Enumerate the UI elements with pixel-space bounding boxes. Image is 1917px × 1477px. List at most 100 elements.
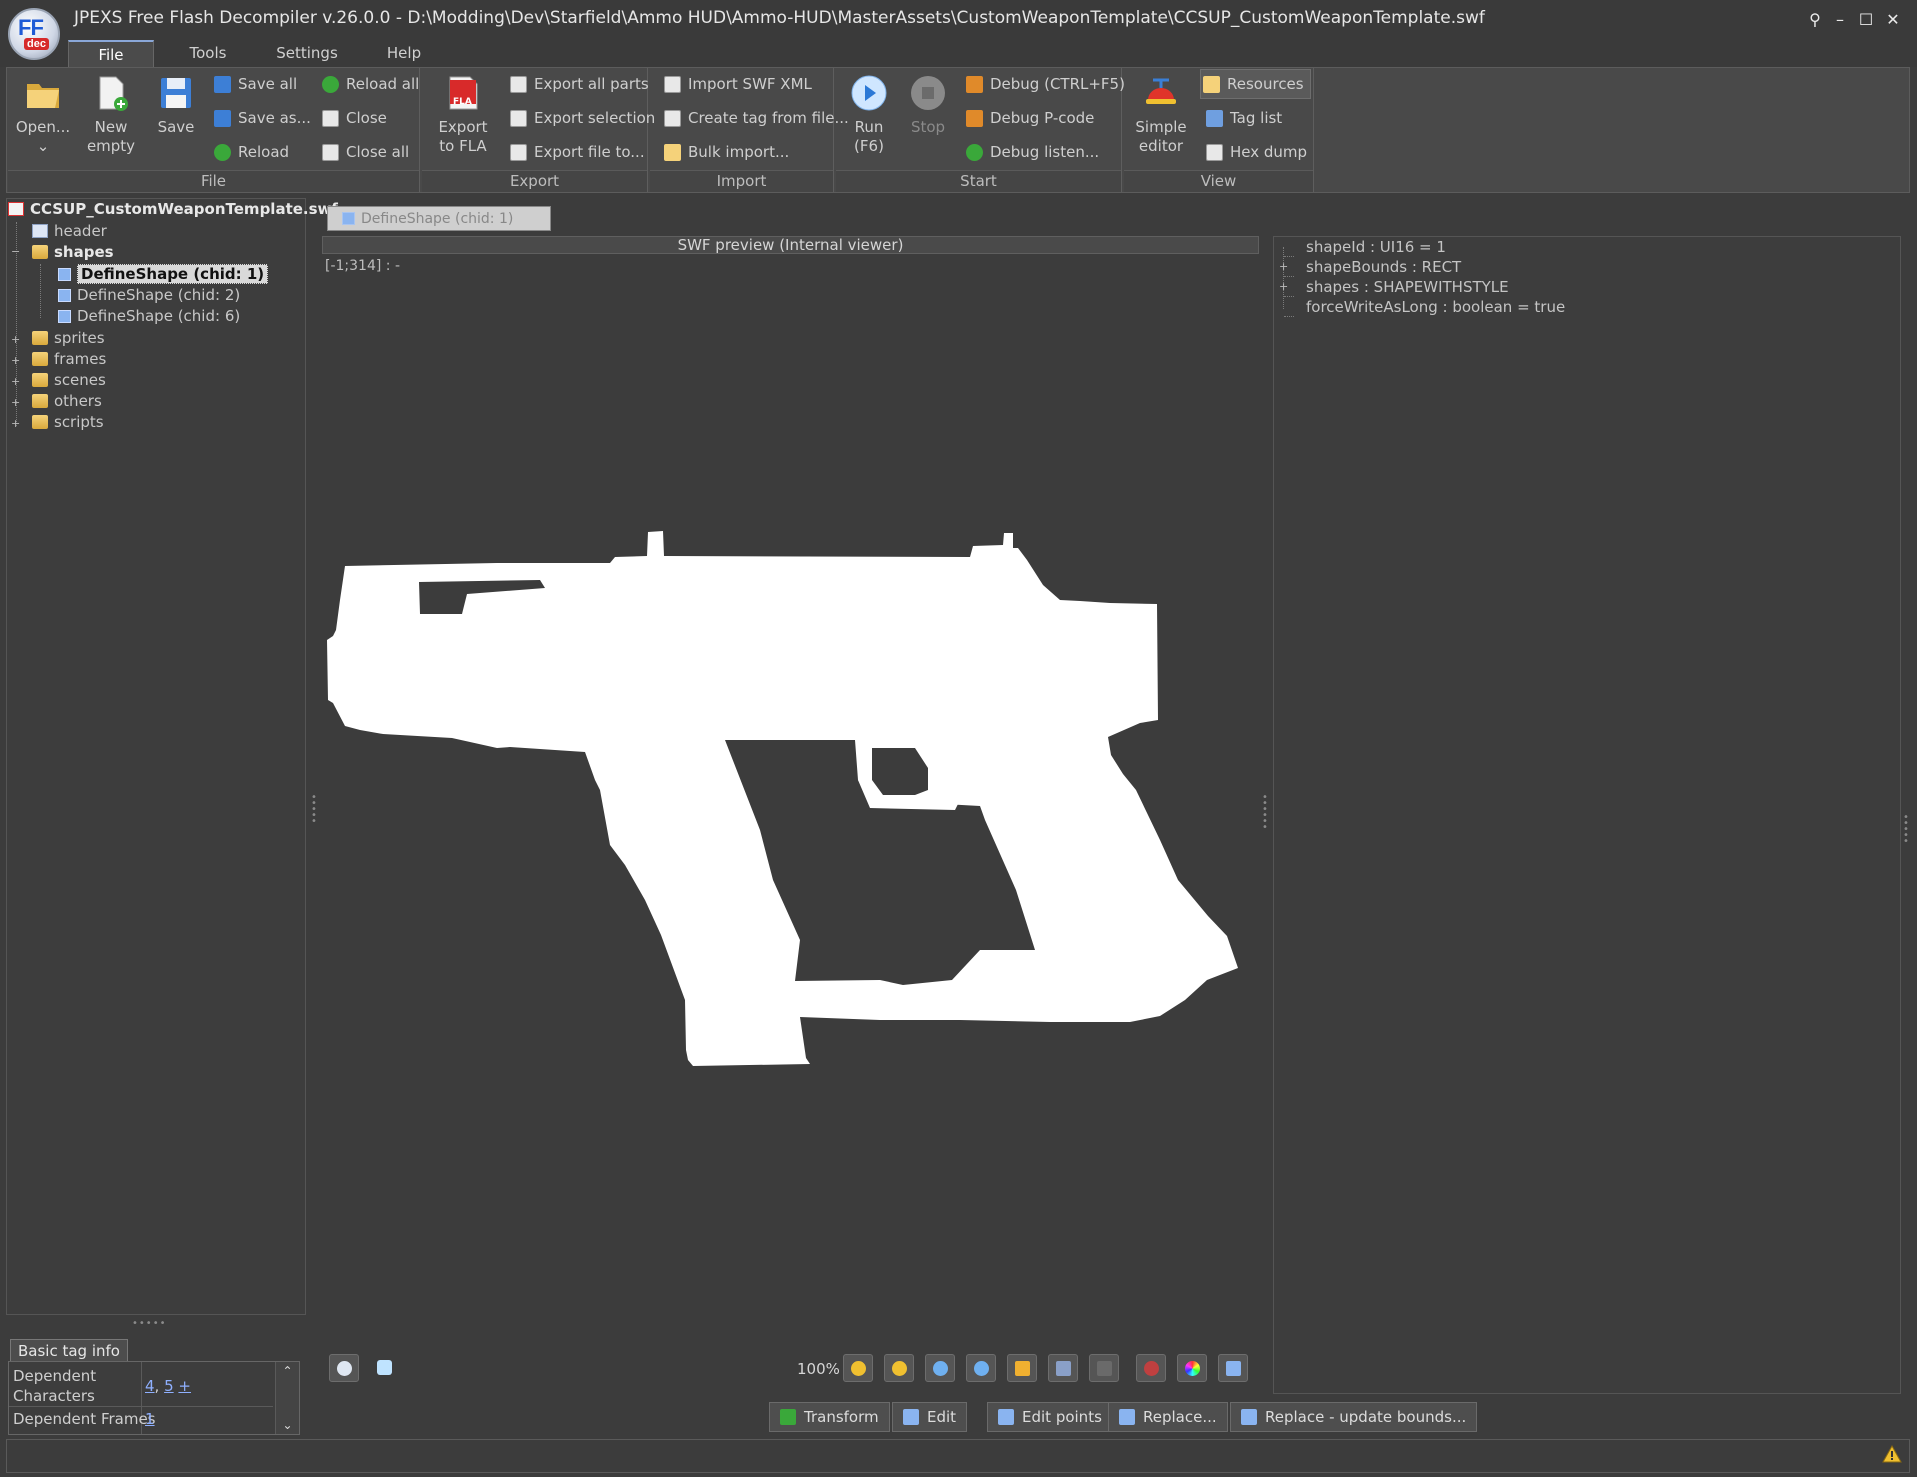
scroll-up-icon[interactable]: ⌃ <box>276 1362 299 1380</box>
group-label-file: File <box>200 172 227 190</box>
tab-settings[interactable]: Settings <box>272 40 342 67</box>
debug-pcode-button[interactable]: Debug P-code <box>964 105 1094 131</box>
tab-file[interactable]: File <box>68 40 154 67</box>
document-tab[interactable]: DefineShape (chid: 1) <box>327 206 551 231</box>
expand-icon[interactable]: + <box>11 354 20 367</box>
tree-item-shape-1[interactable]: DefineShape (chid: 1) <box>58 264 269 285</box>
debug-listen-button[interactable]: Debug listen... <box>964 139 1099 165</box>
splitter-bottom[interactable]: ••••• <box>132 1318 167 1329</box>
ruler-button[interactable] <box>1007 1354 1037 1382</box>
tab-tools[interactable]: Tools <box>176 40 240 67</box>
import-swf-xml-button[interactable]: Import SWF XML <box>662 71 812 97</box>
scroll-down-icon[interactable]: ⌄ <box>276 1416 299 1434</box>
collapse-icon[interactable]: − <box>11 245 20 258</box>
zoom-fit-icon <box>974 1361 989 1376</box>
tree-item-scenes[interactable]: scenes <box>32 370 106 391</box>
close-file-button[interactable]: Close <box>320 105 387 131</box>
dep-char-more-link[interactable]: + <box>178 1377 191 1395</box>
replace-update-bounds-button[interactable]: Replace - update bounds... <box>1230 1402 1478 1432</box>
open-button[interactable]: Open... ⌄ <box>12 74 74 156</box>
export-all-parts-button[interactable]: Export all parts <box>508 71 649 97</box>
save-all-button[interactable]: Save all <box>212 71 297 97</box>
edit-button[interactable]: Edit <box>892 1402 968 1432</box>
expand-icon[interactable]: + <box>11 396 20 409</box>
reload-all-button[interactable]: Reload all <box>320 71 419 97</box>
expand-icon[interactable]: + <box>1279 260 1288 273</box>
tree-item-shapes[interactable]: shapes <box>32 242 114 263</box>
eye-toggle-button[interactable] <box>329 1354 359 1382</box>
warning-icon[interactable] <box>1882 1444 1902 1464</box>
preview-canvas[interactable] <box>322 254 1259 1318</box>
export-file-to-button[interactable]: Export file to... <box>508 139 645 165</box>
display-mode-button[interactable] <box>1136 1354 1166 1382</box>
tree-item-shape-6[interactable]: DefineShape (chid: 6) <box>58 306 240 327</box>
dep-frame-link[interactable]: 1 <box>145 1410 155 1428</box>
reload-button[interactable]: Reload <box>212 139 289 165</box>
tree-item-scripts[interactable]: scripts <box>32 412 104 433</box>
snapshot-button[interactable] <box>1218 1354 1248 1382</box>
new-empty-button[interactable]: New empty <box>84 74 138 156</box>
pin-icon[interactable]: ⚲ <box>1804 9 1826 31</box>
resources-button[interactable]: Resources <box>1200 69 1311 99</box>
dep-char-link-4[interactable]: 4 <box>145 1377 155 1395</box>
tree-item-others[interactable]: others <box>32 391 102 412</box>
grid-button[interactable] <box>1048 1354 1078 1382</box>
export-fla-button[interactable]: FLA Export to FLA <box>432 74 494 156</box>
close-all-button[interactable]: Close all <box>320 139 409 165</box>
close-window-button[interactable]: ✕ <box>1882 9 1904 31</box>
debug-button[interactable]: Debug (CTRL+F5) <box>964 71 1125 97</box>
replace-bounds-icon <box>1241 1409 1257 1425</box>
zoom-reset-icon <box>933 1361 948 1376</box>
stop-button[interactable]: Stop <box>904 74 952 137</box>
expand-icon[interactable]: + <box>1279 280 1288 293</box>
color-button[interactable] <box>1177 1354 1207 1382</box>
simple-editor-button[interactable]: Simple editor <box>1130 74 1192 156</box>
maximize-button[interactable]: ☐ <box>1855 9 1877 31</box>
dep-char-link-5[interactable]: 5 <box>164 1377 174 1395</box>
tree-item-sprites[interactable]: sprites <box>32 328 105 349</box>
property-shapes[interactable]: shapes : SHAPEWITHSTYLE <box>1306 277 1509 297</box>
minimize-button[interactable]: – <box>1829 9 1851 31</box>
tree-item-frames[interactable]: frames <box>32 349 106 370</box>
splitter-left[interactable]: • • • • • <box>311 793 317 827</box>
replace-button[interactable]: Replace... <box>1108 1402 1228 1432</box>
debug-pcode-icon <box>966 110 983 127</box>
phone-icon <box>966 144 983 161</box>
tree-item-header[interactable]: header <box>32 221 107 242</box>
expand-icon[interactable]: + <box>11 333 20 346</box>
snap-button[interactable] <box>1089 1354 1119 1382</box>
fla-file-icon: FLA <box>444 74 482 112</box>
zoom-out-button[interactable] <box>884 1354 914 1382</box>
zoom-fit-button[interactable] <box>966 1354 996 1382</box>
splitter-center[interactable]: • • • • • • <box>1262 793 1268 833</box>
transform-button[interactable]: Transform <box>769 1402 890 1432</box>
snow-toggle-button[interactable] <box>370 1354 400 1382</box>
expand-icon[interactable]: + <box>11 417 20 430</box>
bulk-import-button[interactable]: Bulk import... <box>662 139 789 165</box>
expand-icon[interactable]: + <box>11 375 20 388</box>
floppy-icon <box>157 74 195 112</box>
save-button[interactable]: Save <box>150 74 202 137</box>
tab-basic-tag-info[interactable]: Basic tag info <box>10 1339 128 1361</box>
tree-item-shape-2[interactable]: DefineShape (chid: 2) <box>58 285 240 306</box>
edit-points-button[interactable]: Edit points <box>987 1402 1113 1432</box>
shape-icon <box>58 289 71 302</box>
hex-dump-button[interactable]: Hex dump <box>1204 139 1307 165</box>
cursor-coordinates: [-1;314] : - <box>325 258 400 274</box>
play-icon <box>850 74 888 112</box>
app-logo: FF dec <box>8 8 60 60</box>
save-as-button[interactable]: Save as... <box>212 105 311 131</box>
zoom-reset-button[interactable] <box>925 1354 955 1382</box>
tree-root-swf[interactable]: CCSUP_CustomWeaponTemplate.swf <box>8 199 338 220</box>
splitter-right[interactable]: • • • • • <box>1903 813 1909 847</box>
taginfo-scrollbar[interactable]: ⌃ ⌄ <box>275 1362 299 1434</box>
zoom-in-button[interactable] <box>843 1354 873 1382</box>
export-selection-button[interactable]: Export selection <box>508 105 655 131</box>
property-force-write-as-long[interactable]: forceWriteAsLong : boolean = true <box>1306 297 1565 317</box>
create-tag-button[interactable]: Create tag from file... <box>662 105 849 131</box>
tag-list-button[interactable]: Tag list <box>1204 105 1282 131</box>
property-shape-bounds[interactable]: shapeBounds : RECT <box>1306 257 1461 277</box>
tab-help[interactable]: Help <box>380 40 428 67</box>
run-button[interactable]: Run (F6) <box>844 74 894 156</box>
property-shape-id[interactable]: shapeId : UI16 = 1 <box>1306 237 1446 257</box>
